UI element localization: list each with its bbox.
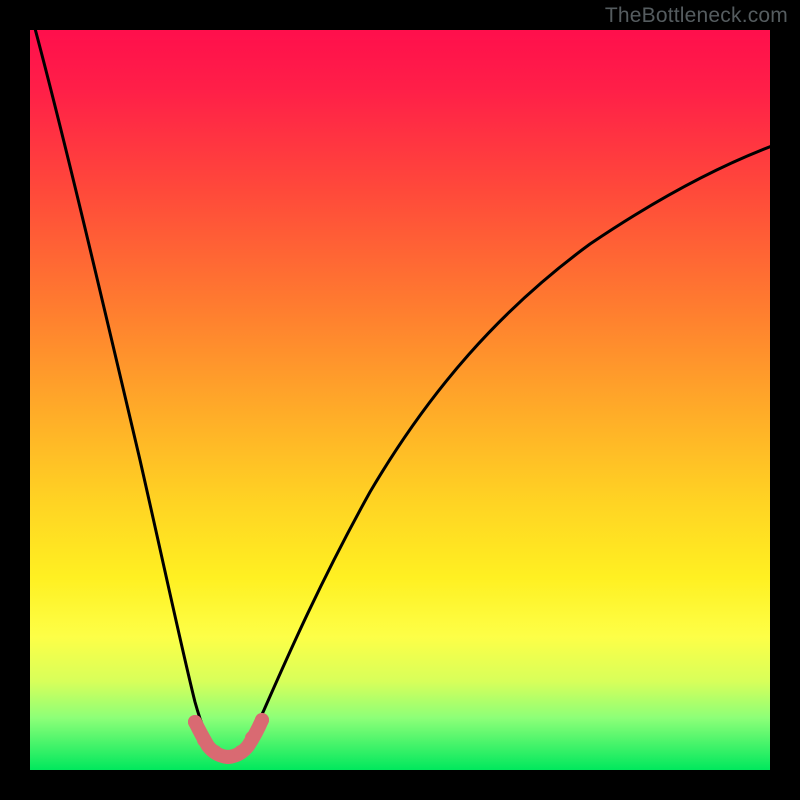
right-curve [236,146,770,758]
chart-frame: TheBottleneck.com [0,0,800,800]
plot-area [30,30,770,770]
curves-svg [30,30,770,770]
valley-marker-dots [188,713,269,764]
left-curve [30,30,222,758]
watermark: TheBottleneck.com [605,4,788,28]
